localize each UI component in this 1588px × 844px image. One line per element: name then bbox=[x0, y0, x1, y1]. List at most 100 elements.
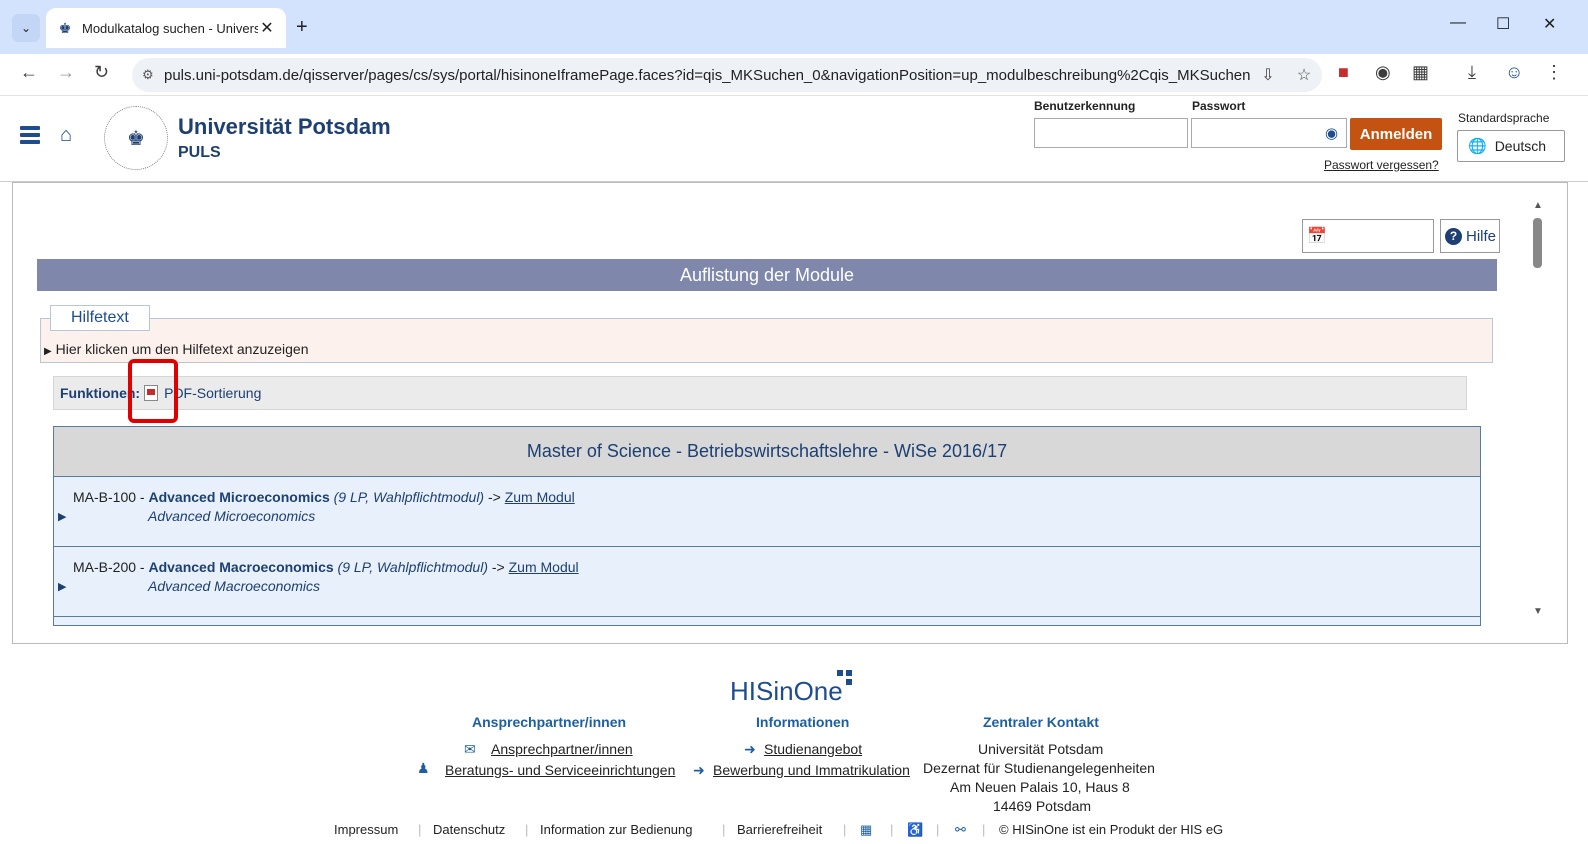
contact-line: Universität Potsdam bbox=[978, 741, 1104, 757]
help-question-icon: ? bbox=[1445, 227, 1462, 245]
show-password-icon[interactable]: ◉ bbox=[1325, 124, 1338, 142]
extension-icon[interactable]: ◉ bbox=[1375, 62, 1391, 83]
contact-line: 14469 Potsdam bbox=[993, 798, 1092, 814]
university-name[interactable]: Universität Potsdam bbox=[178, 114, 391, 140]
network-icon[interactable]: ⚯ bbox=[955, 822, 966, 838]
module-link[interactable]: Zum Modul bbox=[505, 489, 575, 505]
separator: | bbox=[525, 822, 529, 837]
footer-link-application[interactable]: Bewerbung und Immatrikulation bbox=[713, 762, 910, 778]
address-bar[interactable]: ⚙ puls.uni-potsdam.de/qisserver/pages/cs… bbox=[132, 58, 1322, 92]
reload-icon[interactable]: ↻ bbox=[94, 62, 109, 83]
module-name: Advanced Macroeconomics bbox=[148, 559, 334, 575]
module-arrow: -> bbox=[487, 559, 509, 575]
url-text: puls.uni-potsdam.de/qisserver/pages/cs/s… bbox=[164, 66, 1250, 84]
module-row: MA-B-100 - Advanced Microeconomics (9 LP… bbox=[54, 477, 1480, 547]
highlight-box bbox=[128, 359, 178, 423]
hamburger-menu-icon[interactable] bbox=[20, 126, 40, 146]
module-subtitle: Advanced Macroeconomics bbox=[148, 578, 320, 594]
separator: | bbox=[982, 822, 986, 837]
page-header: ⌂ ♚ Universität Potsdam PULS Benutzerken… bbox=[0, 96, 1588, 182]
separator: | bbox=[890, 822, 894, 837]
module-name: Advanced Microeconomics bbox=[148, 489, 330, 505]
globe-icon: 🌐 bbox=[1468, 138, 1487, 155]
language-value: Deutsch bbox=[1494, 138, 1547, 154]
contact-line: Dezernat für Studienangelegenheiten bbox=[923, 760, 1155, 776]
program-title: Master of Science - Betriebswirtschaftsl… bbox=[54, 427, 1480, 477]
password-input[interactable] bbox=[1191, 118, 1347, 148]
pdf-sort-link[interactable]: PDF-Sortierung bbox=[164, 385, 261, 401]
username-label: Benutzerkennung bbox=[1034, 99, 1136, 113]
browser-tab[interactable]: ♚ Modulkatalog suchen - Univers ✕ bbox=[46, 8, 286, 48]
scrollbar-thumb[interactable] bbox=[1533, 218, 1542, 268]
maximize-icon[interactable]: ☐ bbox=[1496, 14, 1510, 34]
profile-icon[interactable]: ☺ bbox=[1505, 62, 1523, 83]
page-title: Auflistung der Module bbox=[37, 259, 1497, 291]
expand-triangle-icon[interactable]: ▶ bbox=[58, 580, 66, 593]
module-code: MA-B-200 - bbox=[73, 559, 149, 575]
password-label: Passwort bbox=[1192, 99, 1246, 113]
expand-triangle-icon: ▶ bbox=[44, 346, 52, 357]
minimize-icon[interactable]: — bbox=[1450, 14, 1466, 32]
help-label: Hilfe bbox=[1466, 227, 1497, 245]
menu-dots-icon[interactable]: ⋮ bbox=[1545, 62, 1563, 83]
close-tab-icon[interactable]: ✕ bbox=[258, 18, 276, 38]
privacy-link[interactable]: Datenschutz bbox=[433, 822, 505, 837]
expand-triangle-icon[interactable]: ▶ bbox=[58, 510, 66, 523]
close-window-icon[interactable]: ✕ bbox=[1543, 14, 1556, 34]
helptext-legend: Hilfetext bbox=[50, 305, 150, 331]
accessibility-link[interactable]: Barrierefreiheit bbox=[737, 822, 822, 837]
people-icon: ♟ bbox=[417, 760, 430, 776]
tab-search-button[interactable]: ⌄ bbox=[12, 14, 40, 42]
hisinone-logo-dots-icon bbox=[837, 670, 855, 688]
extensions-puzzle-icon[interactable]: ▦ bbox=[1412, 62, 1429, 83]
separator: | bbox=[936, 822, 940, 837]
browser-tabbar: ⌄ ♚ Modulkatalog suchen - Univers ✕ + — … bbox=[0, 0, 1588, 54]
scroll-down-arrow-icon[interactable]: ▼ bbox=[1533, 606, 1543, 617]
site-settings-icon[interactable]: ⚙ bbox=[142, 67, 164, 83]
language-select[interactable]: 🌐 Deutsch bbox=[1457, 130, 1565, 162]
home-icon[interactable]: ⌂ bbox=[60, 124, 72, 147]
module-arrow: -> bbox=[484, 489, 505, 505]
module-meta: (9 LP, Wahlpflichtmodul) bbox=[333, 559, 488, 575]
usage-info-link[interactable]: Information zur Bedienung bbox=[540, 822, 692, 837]
bookmark-star-icon[interactable]: ☆ bbox=[1286, 65, 1322, 85]
calendar-icon: 📅 bbox=[1307, 228, 1327, 245]
arrow-right-icon: ➜ bbox=[693, 762, 705, 778]
copyright-text: © HISinOne ist ein Produkt der HIS eG bbox=[999, 822, 1224, 837]
download-icon[interactable]: ⤓ bbox=[1468, 62, 1476, 83]
username-input[interactable] bbox=[1034, 118, 1188, 148]
sitemap-icon[interactable]: ▦ bbox=[860, 822, 872, 838]
system-name: PULS bbox=[178, 144, 221, 161]
accessibility-icon[interactable]: ♿ bbox=[907, 822, 923, 838]
arrow-right-icon: ➜ bbox=[744, 741, 756, 757]
install-app-icon[interactable]: ⇩ bbox=[1250, 65, 1286, 85]
university-favicon-icon: ♚ bbox=[58, 19, 72, 36]
help-button[interactable]: ? Hilfe bbox=[1440, 219, 1500, 253]
hisinone-logo: HISinOne bbox=[730, 676, 843, 706]
language-label: Standardsprache bbox=[1458, 111, 1550, 125]
new-tab-icon[interactable]: + bbox=[296, 16, 308, 39]
university-logo[interactable]: ♚ bbox=[104, 106, 168, 170]
footer-link-contacts[interactable]: Ansprechpartner/innen bbox=[491, 741, 633, 757]
impressum-link[interactable]: Impressum bbox=[334, 822, 398, 837]
pdf-extension-icon[interactable]: ■ bbox=[1338, 62, 1349, 83]
footer-info-title: Informationen bbox=[756, 714, 850, 730]
footer-link-advisory[interactable]: Beratungs- und Serviceeinrichtungen bbox=[445, 762, 675, 778]
back-icon[interactable]: ← bbox=[20, 62, 38, 83]
module-link[interactable]: Zum Modul bbox=[509, 559, 579, 575]
helptext-toggle[interactable]: ▶ Hier klicken um den Hilfetext anzuzeig… bbox=[44, 341, 309, 357]
footer-link-programs[interactable]: Studienangebot bbox=[764, 741, 862, 757]
browser-toolbar: ← → ↻ ⚙ puls.uni-potsdam.de/qisserver/pa… bbox=[0, 54, 1588, 96]
tab-title: Modulkatalog suchen - Univers bbox=[82, 20, 258, 36]
footer-bottom-links: Impressum | Datenschutz | Information zu… bbox=[0, 820, 1588, 844]
module-code: MA-B-100 - bbox=[73, 489, 149, 505]
scroll-up-arrow-icon[interactable]: ▲ bbox=[1533, 200, 1543, 211]
calendar-export-button[interactable]: 📅 bbox=[1302, 219, 1434, 253]
login-button[interactable]: Anmelden bbox=[1350, 118, 1442, 150]
module-row: MA-B-200 - Advanced Macroeconomics (9 LP… bbox=[54, 547, 1480, 617]
module-meta: (9 LP, Wahlpflichtmodul) bbox=[329, 489, 485, 505]
forward-icon[interactable]: → bbox=[57, 62, 75, 83]
separator: | bbox=[418, 822, 422, 837]
footer-central-contact-title: Zentraler Kontakt bbox=[983, 714, 1099, 730]
forgot-password-link[interactable]: Passwort vergessen? bbox=[1324, 158, 1439, 172]
